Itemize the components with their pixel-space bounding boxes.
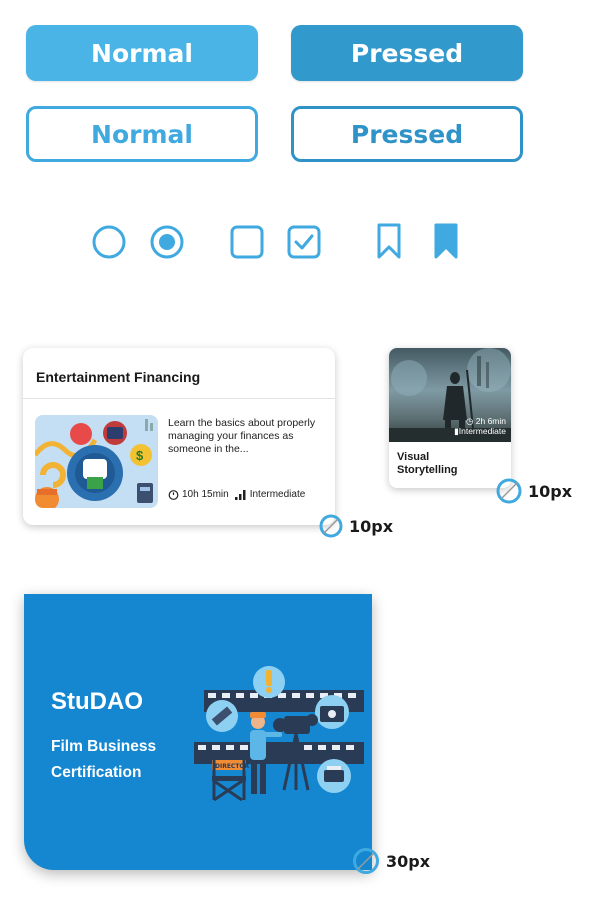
outline-pressed-button-label: Pressed bbox=[350, 119, 464, 149]
checkbox-unchecked-icon[interactable] bbox=[229, 224, 265, 260]
small-card-radius-label: 10px bbox=[528, 481, 573, 501]
normal-button-label: Normal bbox=[91, 38, 193, 68]
banner-radius-label: 30px bbox=[386, 851, 431, 871]
radio-checked-icon[interactable] bbox=[149, 224, 185, 260]
course-duration: 10h 15min bbox=[182, 489, 229, 500]
bookmark-outline-icon[interactable] bbox=[375, 222, 403, 260]
level-bars-icon bbox=[234, 489, 246, 500]
radio-unchecked-icon[interactable] bbox=[91, 224, 127, 260]
pressed-button[interactable]: Pressed bbox=[291, 25, 523, 81]
radius-indicator-icon bbox=[319, 514, 343, 538]
course-meta: 10h 15min Intermediate bbox=[168, 489, 305, 500]
timer-icon bbox=[168, 490, 179, 500]
certification-banner[interactable]: StuDAO Film Business Certification DIREC… bbox=[24, 594, 372, 870]
finance-illustration: $ bbox=[35, 415, 158, 508]
course-description: Learn the basics about properly managing… bbox=[168, 417, 316, 455]
video-level-row: ▮Intermediate bbox=[454, 426, 506, 436]
radius-indicator-icon bbox=[353, 848, 379, 874]
outline-pressed-button[interactable]: Pressed bbox=[291, 106, 523, 162]
outline-normal-button-label: Normal bbox=[91, 119, 193, 149]
card-divider bbox=[23, 398, 335, 399]
radius-indicator-icon bbox=[496, 478, 522, 504]
normal-button[interactable]: Normal bbox=[26, 25, 258, 81]
film-crew-illustration: DIRECTOR bbox=[194, 666, 364, 802]
course-level: Intermediate bbox=[249, 489, 306, 500]
checkbox-checked-icon[interactable] bbox=[286, 224, 322, 260]
course-card[interactable]: Entertainment Financing $ Learn the basi… bbox=[23, 348, 335, 525]
banner-radius-annotation: 30px bbox=[352, 847, 430, 875]
outline-normal-button[interactable]: Normal bbox=[26, 106, 258, 162]
video-duration-row: ◷ 2h 6min bbox=[454, 416, 506, 426]
pressed-button-label: Pressed bbox=[350, 38, 464, 68]
video-duration: 2h 6min bbox=[475, 416, 506, 426]
banner-brand: StuDAO bbox=[51, 688, 143, 715]
video-card[interactable]: ◷ 2h 6min ▮Intermediate Visual Storytell… bbox=[389, 348, 511, 488]
bookmark-filled-icon[interactable] bbox=[432, 222, 460, 260]
timer-icon: ◷ bbox=[465, 416, 474, 426]
video-meta: ◷ 2h 6min ▮Intermediate bbox=[454, 416, 506, 436]
card-radius-annotation: 10px bbox=[319, 514, 393, 538]
card-radius-label: 10px bbox=[349, 516, 394, 536]
video-level: Intermediate bbox=[458, 426, 506, 436]
finance-illustration-graphic: $ bbox=[35, 415, 158, 508]
small-card-radius-annotation: 10px bbox=[496, 478, 572, 504]
video-title: Visual Storytelling bbox=[397, 451, 458, 476]
course-card-title: Entertainment Financing bbox=[36, 369, 201, 385]
banner-subtitle: Film Business Certification bbox=[51, 738, 157, 781]
svg-text:$: $ bbox=[136, 448, 144, 463]
